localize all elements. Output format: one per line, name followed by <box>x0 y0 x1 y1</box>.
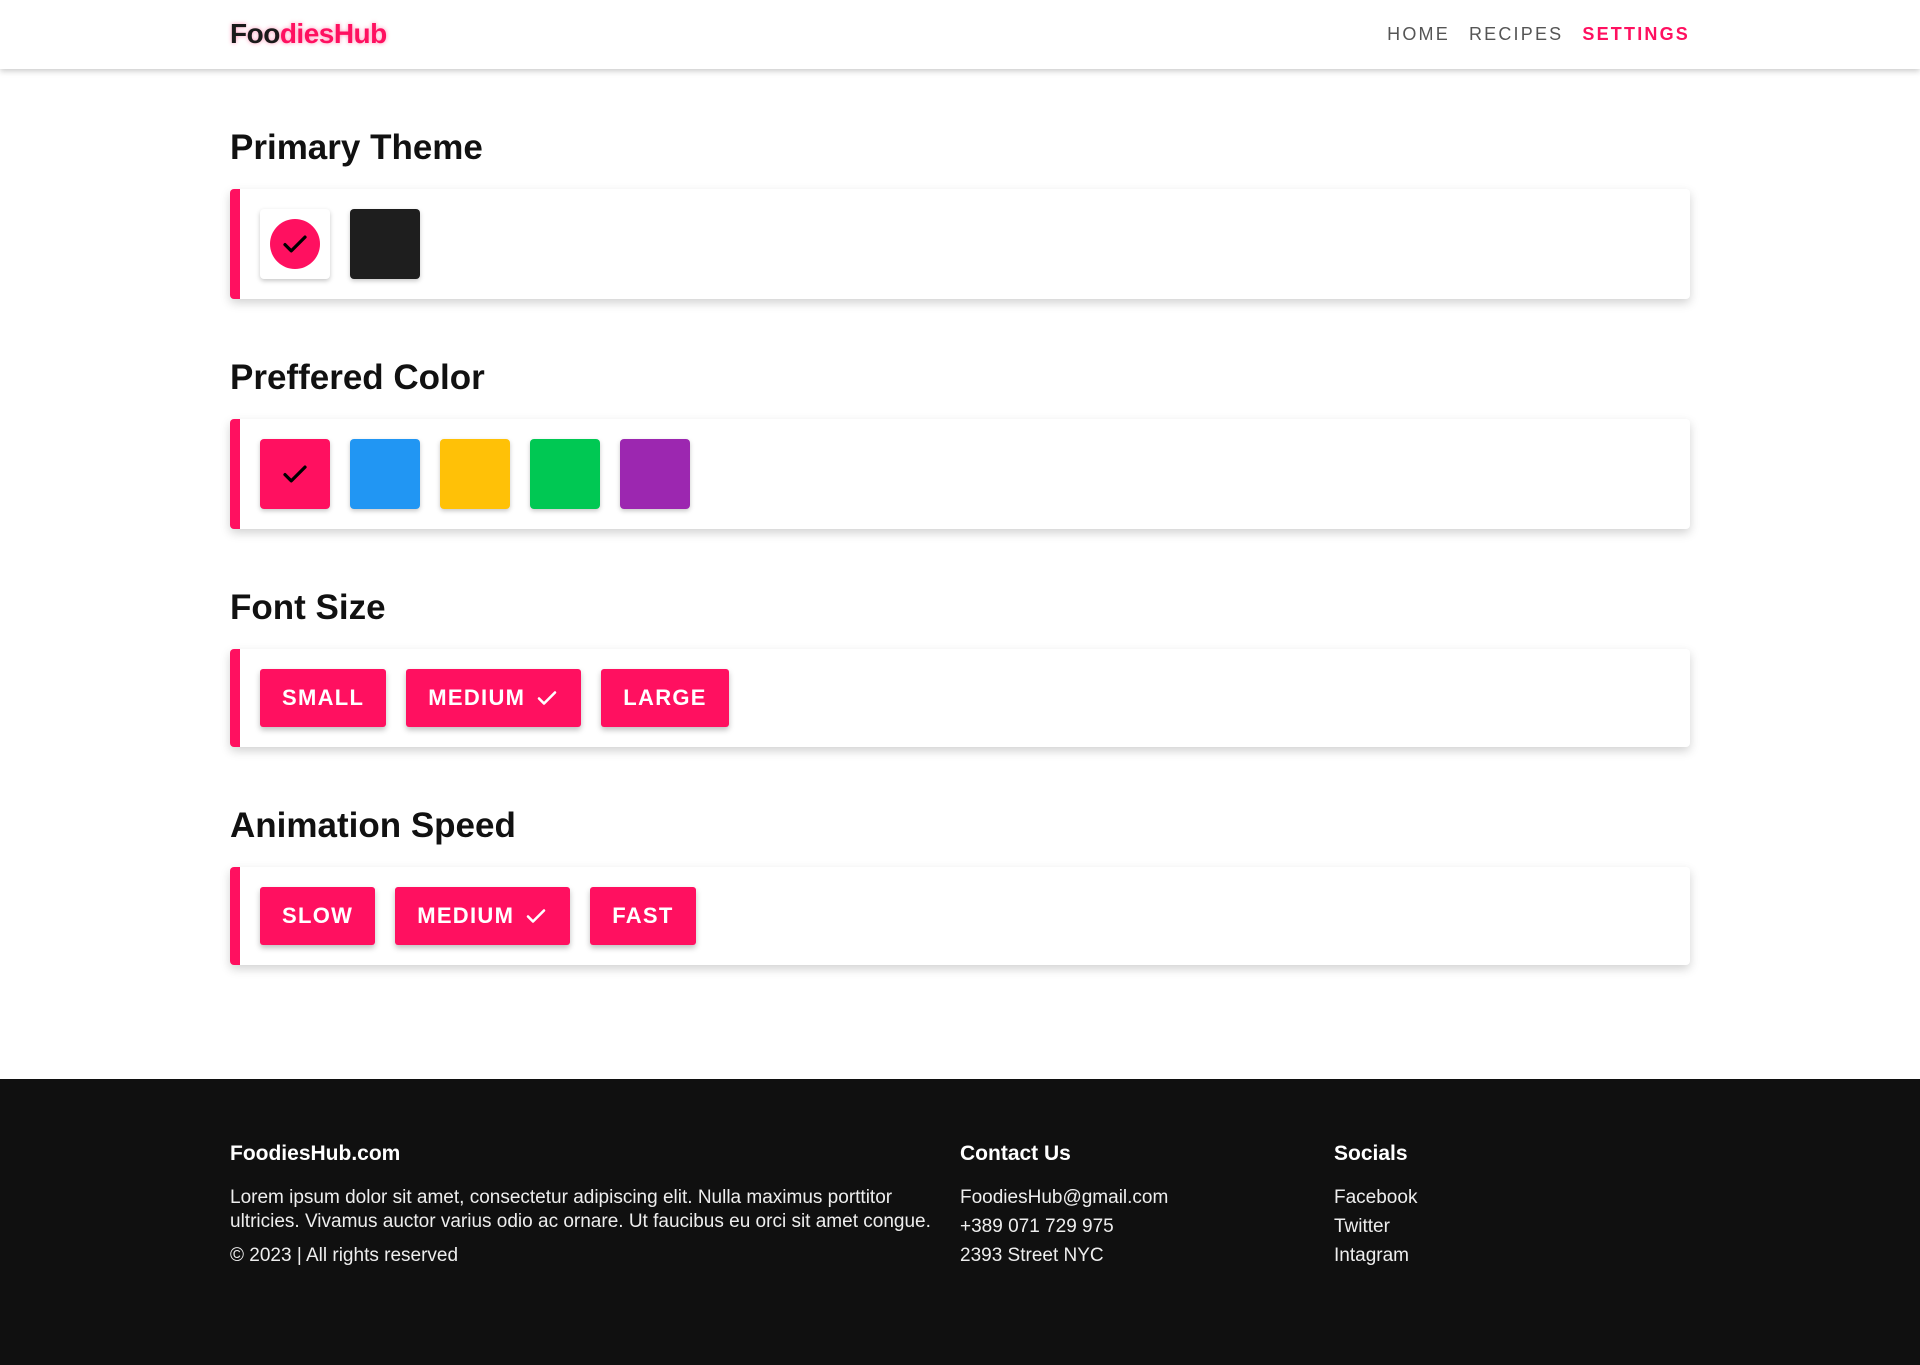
preferred-color-card <box>230 419 1690 529</box>
primary-theme-card <box>230 189 1690 299</box>
font-size-medium-button[interactable]: MEDIUM <box>406 669 582 727</box>
animation-speed-heading: Animation Speed <box>230 806 516 845</box>
logo-text-part1: Foo <box>230 18 280 49</box>
color-option-purple[interactable] <box>620 439 690 509</box>
font-size-small-label: SMALL <box>282 685 365 710</box>
top-navbar: FoodiesHub HOME RECIPES SETTINGS <box>0 0 1920 69</box>
color-option-pink[interactable] <box>260 439 330 509</box>
brand-logo[interactable]: FoodiesHub <box>230 18 387 50</box>
font-size-card: SMALL MEDIUM LARGE <box>230 649 1690 747</box>
nav-link-recipes[interactable]: RECIPES <box>1469 24 1563 45</box>
social-link-facebook[interactable]: Facebook <box>1334 1187 1417 1208</box>
speed-slow-label: SLOW <box>282 903 354 928</box>
animation-speed-card: SLOW MEDIUM FAST <box>230 867 1690 965</box>
color-option-blue[interactable] <box>350 439 420 509</box>
nav-link-home[interactable]: HOME <box>1387 24 1450 45</box>
preferred-color-section: Preffered Color <box>230 356 1690 529</box>
primary-theme-heading: Primary Theme <box>230 128 483 167</box>
speed-fast-label: FAST <box>612 903 674 928</box>
check-icon <box>283 465 307 483</box>
speed-fast-button[interactable]: FAST <box>590 887 696 945</box>
footer-about-title: FoodiesHub.com <box>230 1142 401 1165</box>
footer-contact-address: 2393 Street NYC <box>960 1245 1104 1266</box>
speed-medium-button[interactable]: MEDIUM <box>395 887 571 945</box>
logo-text-part2: diesHub <box>279 18 387 49</box>
footer-about: FoodiesHub.com Lorem ipsum dolor sit ame… <box>230 1139 945 1268</box>
footer-socials: Socials Facebook Twitter Intagram <box>1334 1139 1634 1273</box>
theme-light-indicator <box>270 219 320 269</box>
animation-speed-section: Animation Speed SLOW MEDIUM FAST <box>230 804 1690 965</box>
check-icon <box>537 691 557 705</box>
font-size-large-label: LARGE <box>623 685 707 710</box>
primary-theme-section: Primary Theme <box>230 126 1690 299</box>
footer-about-text: Lorem ipsum dolor sit amet, consectetur … <box>230 1187 931 1232</box>
footer-contact: Contact Us FoodiesHub@gmail.com +389 071… <box>960 1139 1300 1273</box>
check-icon <box>526 909 546 923</box>
speed-medium-label: MEDIUM <box>417 903 515 928</box>
social-link-twitter[interactable]: Twitter <box>1334 1216 1390 1237</box>
main-nav: HOME RECIPES SETTINGS <box>1387 24 1690 45</box>
theme-option-dark[interactable] <box>350 209 420 279</box>
footer-contact-title: Contact Us <box>960 1142 1071 1165</box>
speed-slow-button[interactable]: SLOW <box>260 887 376 945</box>
font-size-medium-label: MEDIUM <box>428 685 526 710</box>
social-link-instagram[interactable]: Intagram <box>1334 1245 1409 1266</box>
color-option-yellow[interactable] <box>440 439 510 509</box>
footer-socials-title: Socials <box>1334 1142 1408 1165</box>
color-option-green[interactable] <box>530 439 600 509</box>
font-size-heading: Font Size <box>230 588 386 627</box>
preferred-color-heading: Preffered Color <box>230 358 485 397</box>
theme-option-light[interactable] <box>260 209 330 279</box>
font-size-small-button[interactable]: SMALL <box>260 669 387 727</box>
font-size-large-button[interactable]: LARGE <box>601 669 729 727</box>
footer-copyright: © 2023 | All rights reserved <box>230 1245 459 1266</box>
font-size-section: Font Size SMALL MEDIUM LARGE <box>230 586 1690 747</box>
check-icon <box>283 235 307 253</box>
site-footer: FoodiesHub.com Lorem ipsum dolor sit ame… <box>0 1079 1920 1365</box>
nav-link-settings[interactable]: SETTINGS <box>1582 24 1690 45</box>
